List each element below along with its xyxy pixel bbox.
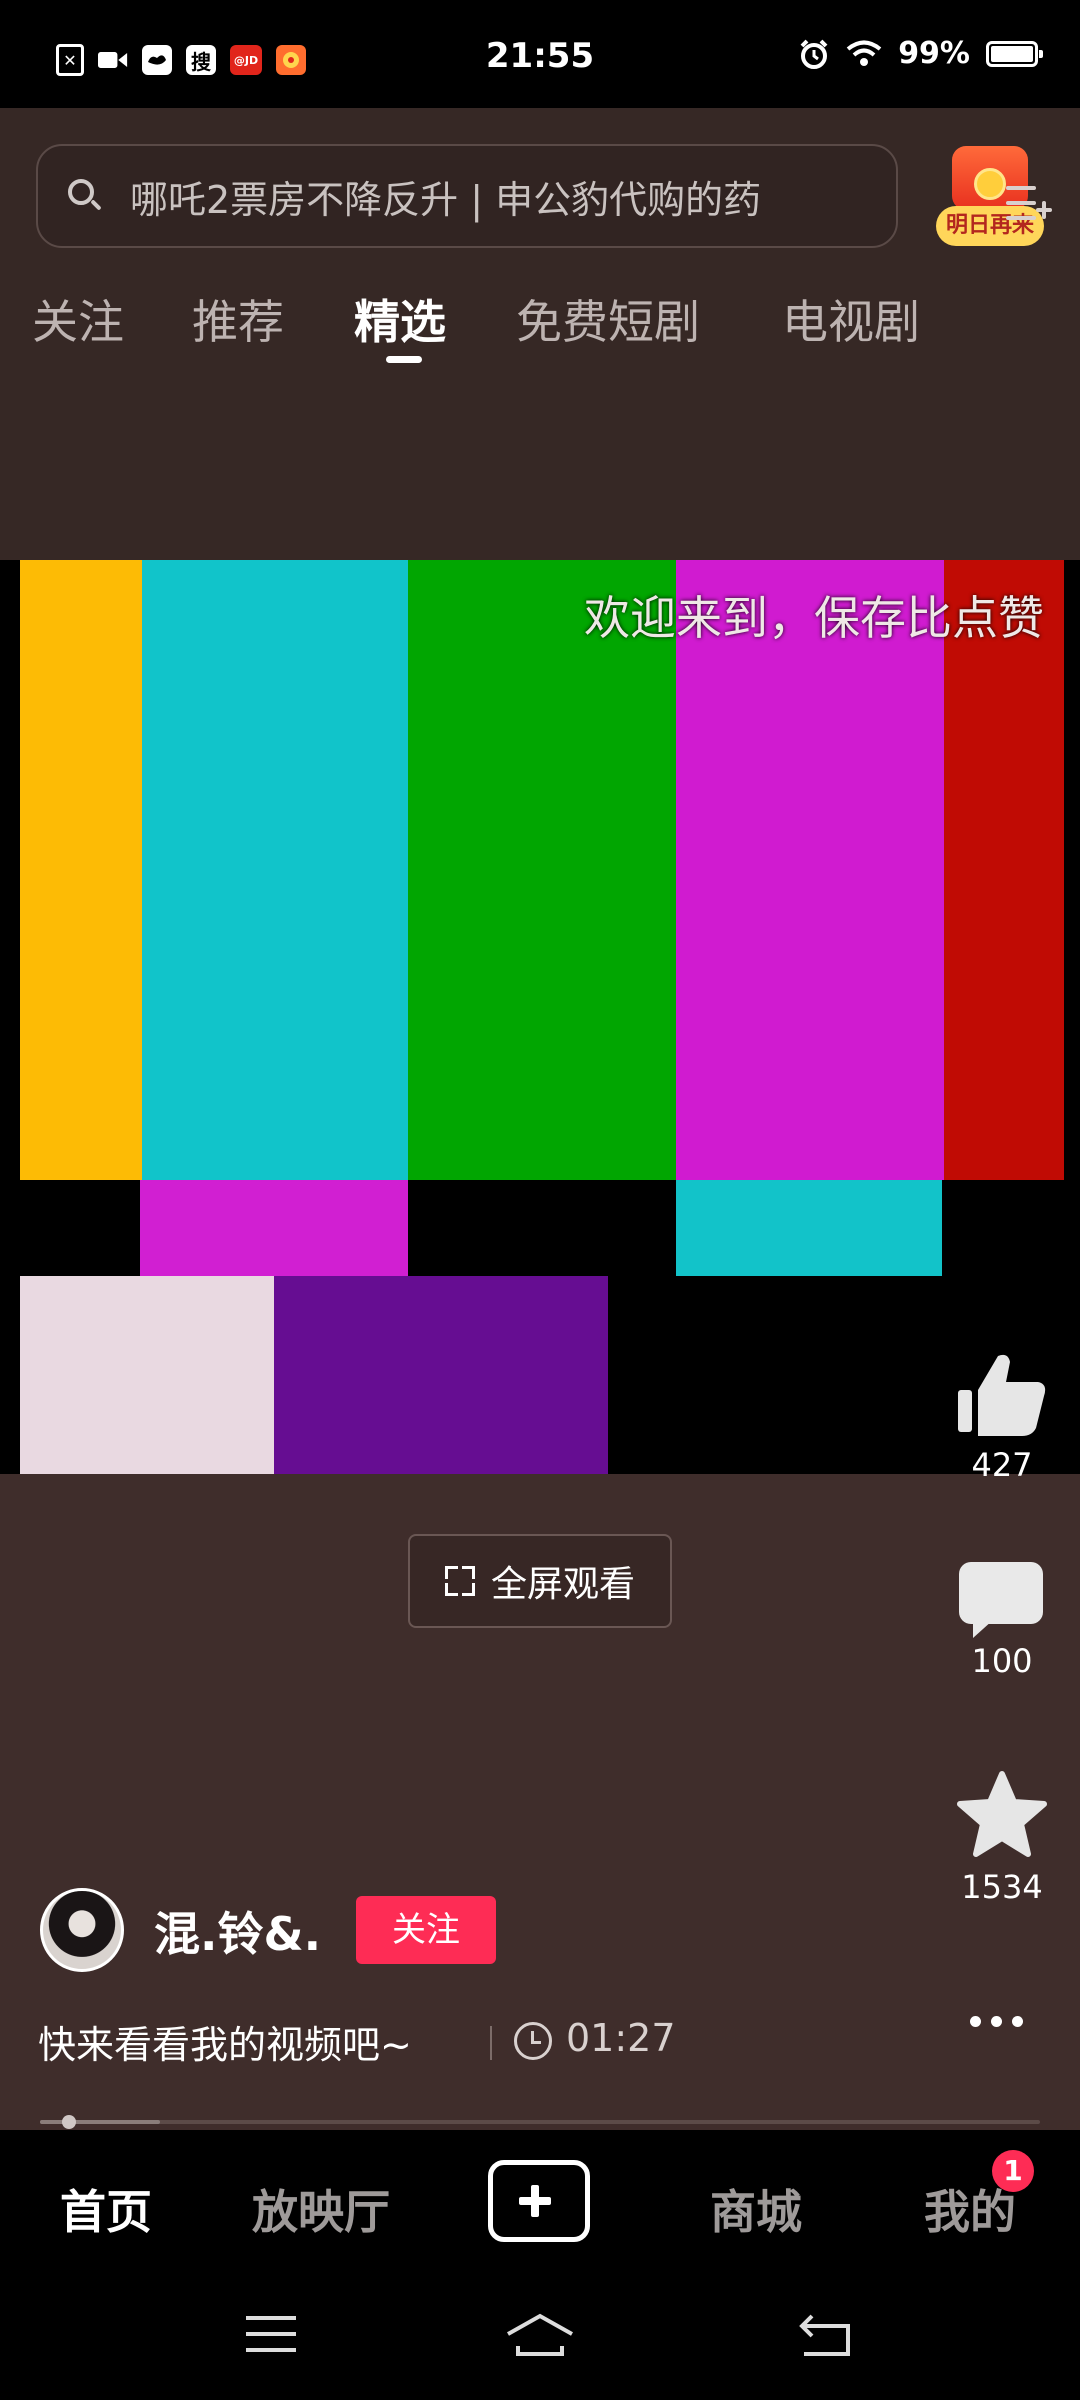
active-tab-indicator: [386, 356, 422, 363]
fullscreen-label: 全屏观看: [490, 1564, 635, 1605]
color-bar: [676, 1180, 942, 1276]
color-bar: [20, 560, 142, 1180]
caption-divider: [490, 2026, 492, 2060]
favorite-button[interactable]: 1534: [950, 1768, 1054, 1906]
progress-fill: [40, 2120, 160, 2124]
bottom-navigation: 首页 放映厅 商城 我的 1: [0, 2130, 1080, 2270]
clock-icon: [514, 2022, 552, 2060]
color-bar: [142, 560, 408, 1180]
more-options-icon[interactable]: [970, 2016, 1023, 2027]
back-icon[interactable]: [796, 2310, 856, 2360]
fullscreen-icon: [444, 1566, 475, 1596]
like-count: 427: [971, 1446, 1033, 1484]
comment-count: 100: [971, 1642, 1033, 1680]
comment-button[interactable]: 100: [950, 1562, 1054, 1680]
like-button[interactable]: 427: [950, 1350, 1054, 1484]
video-player[interactable]: 欢迎来到，保存比点赞: [0, 560, 1080, 1474]
color-bar: [676, 560, 944, 1180]
coin-icon: [974, 168, 1006, 200]
color-bar: [274, 1276, 608, 1474]
category-tabs: 关注 推荐 精选 免费短剧 电视剧: [0, 276, 1080, 356]
video-overlay-text: 欢迎来到，保存比点赞: [584, 591, 1044, 645]
author-name[interactable]: 混.铃&.: [154, 1898, 321, 1964]
nav-cinema[interactable]: 放映厅: [252, 2176, 390, 2242]
nav-mall[interactable]: 商城: [710, 2176, 802, 2242]
tab-featured[interactable]: 精选: [354, 286, 446, 352]
create-post-button[interactable]: [488, 2160, 590, 2242]
wifi-icon: [846, 40, 882, 66]
tab-free-short-drama[interactable]: 免费短剧: [516, 286, 700, 352]
battery-icon: [986, 40, 1043, 67]
color-bar: [140, 1180, 408, 1276]
nav-home[interactable]: 首页: [60, 2176, 152, 2242]
home-icon[interactable]: [504, 2310, 576, 2360]
color-bar: [944, 560, 1064, 1180]
thumbs-up-icon: [958, 1354, 1046, 1436]
status-bar: ✕ 搜 @JD 21:55 99%: [0, 0, 1080, 108]
search-bar[interactable]: 哪吒2票房不降反升 | 申公豹代购的药: [36, 144, 898, 248]
progress-handle[interactable]: [62, 2115, 76, 2129]
notification-badge: 1: [992, 2150, 1034, 2192]
menu-icon[interactable]: [242, 2310, 302, 2360]
top-header: 哪吒2票房不降反升 | 申公豹代购的药 明日再来 关注 推荐 精选 免费短剧 电…: [0, 108, 1080, 560]
tab-tv-series[interactable]: 电视剧: [782, 286, 920, 352]
follow-button[interactable]: 关注: [356, 1896, 496, 1964]
system-navigation-bar: [0, 2270, 1080, 2400]
search-icon: [68, 179, 102, 213]
video-caption: 快来看看我的视频吧~: [38, 2023, 412, 2067]
tab-following[interactable]: 关注: [32, 286, 124, 352]
star-icon: [957, 1771, 1047, 1857]
tab-menu-icon[interactable]: [1006, 186, 1052, 226]
battery-percent: 99%: [898, 36, 970, 71]
search-input[interactable]: 哪吒2票房不降反升 | 申公豹代购的药: [130, 169, 880, 224]
favorite-count: 1534: [961, 1868, 1043, 1906]
system-indicators: 99%: [798, 36, 1043, 71]
color-bar: [20, 1276, 274, 1474]
fullscreen-button[interactable]: 全屏观看: [408, 1534, 672, 1628]
comment-icon: [959, 1562, 1045, 1642]
video-duration: 01:27: [566, 2016, 676, 2060]
tab-recommended[interactable]: 推荐: [192, 286, 284, 352]
color-bar: [408, 560, 676, 1180]
video-progress-bar[interactable]: [40, 2120, 1040, 2124]
avatar[interactable]: [40, 1888, 124, 1972]
alarm-icon: [800, 39, 828, 69]
